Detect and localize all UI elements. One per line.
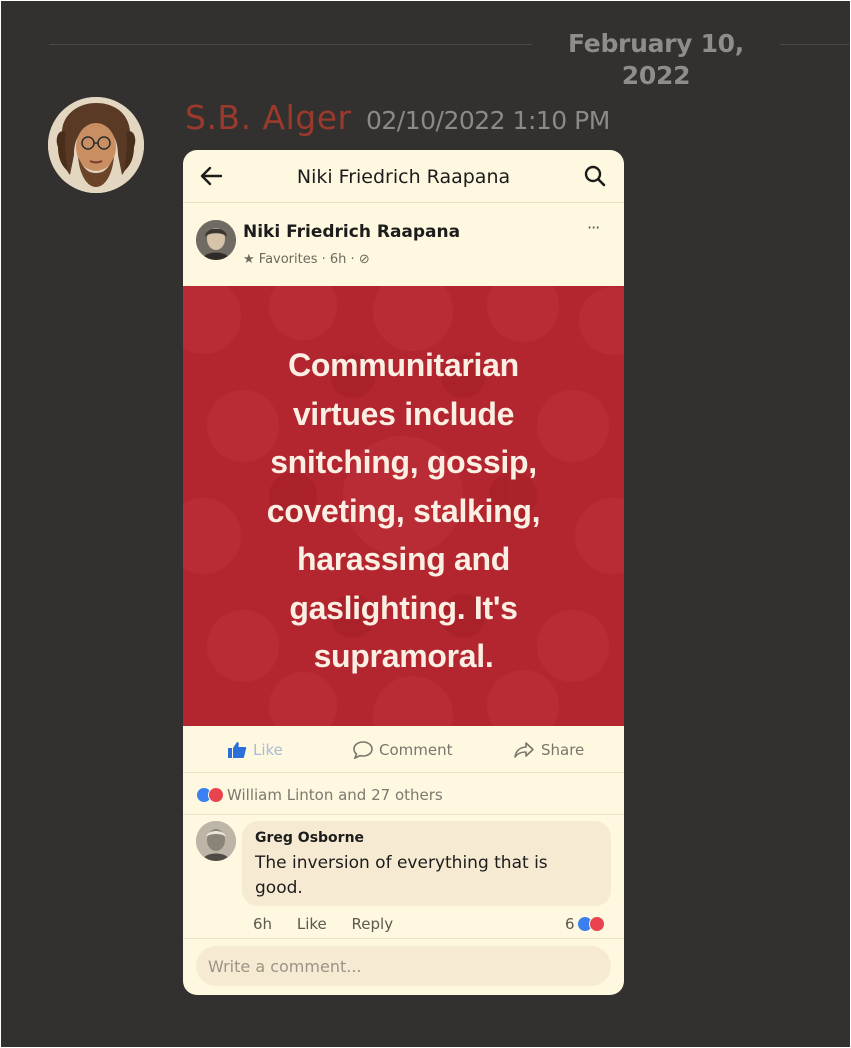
fb-topbar-title: Niki Friedrich Raapana xyxy=(296,166,511,188)
quote-line: supramoral. xyxy=(313,638,494,674)
reactions-divider xyxy=(183,814,624,815)
comment-actions: 6h Like Reply xyxy=(253,913,413,935)
user-avatar[interactable] xyxy=(48,97,144,193)
quote-line: gaslighting. It's xyxy=(289,589,518,626)
post-quote-text: Communitarian virtues include snitching,… xyxy=(213,341,594,681)
share-button[interactable]: Share xyxy=(513,738,584,762)
comment-reply-button[interactable]: Reply xyxy=(352,915,394,933)
message-timestamp: 02/10/2022 1:10 PM xyxy=(366,106,610,135)
reactions-text: William Linton and 27 others xyxy=(227,786,443,804)
share-label: Share xyxy=(541,741,585,759)
comment-icon xyxy=(353,741,373,759)
post-quote-image: Communitarian virtues include snitching,… xyxy=(183,286,624,726)
action-divider xyxy=(183,772,624,773)
love-reaction-icon xyxy=(588,916,605,932)
quote-line: Communitarian xyxy=(288,347,519,383)
message-username[interactable]: S.B. Alger xyxy=(185,96,352,140)
search-icon[interactable] xyxy=(583,164,607,188)
commenter-avatar[interactable] xyxy=(196,821,236,861)
write-comment-box[interactable] xyxy=(196,946,611,986)
comment-reaction-count: 6 xyxy=(565,915,575,933)
comment-time: 6h xyxy=(253,915,273,933)
quote-line: snitching, gossip, xyxy=(270,444,537,480)
reactions-summary[interactable]: William Linton and 27 others xyxy=(196,784,443,806)
comment-bubble: Greg Osborne The inversion of everything… xyxy=(242,821,611,906)
fb-topbar: Niki Friedrich Raapana xyxy=(183,150,624,202)
post-action-bar: Like Comment Share xyxy=(183,726,624,772)
post-author-name[interactable]: Niki Friedrich Raapana xyxy=(243,220,460,244)
comment-author[interactable]: Greg Osborne xyxy=(255,829,364,847)
like-label: Like xyxy=(253,741,283,759)
more-options-icon[interactable]: ··· xyxy=(587,220,600,236)
date-divider: February 10, 2022 xyxy=(568,29,744,90)
topbar-divider xyxy=(183,202,624,203)
date-divider-line-right xyxy=(780,44,849,45)
like-button[interactable]: Like xyxy=(227,738,283,762)
quote-line: harassing and xyxy=(296,541,511,577)
comment-reactions[interactable]: 6 xyxy=(565,913,605,935)
thumbs-up-icon xyxy=(228,742,247,758)
quote-line: virtues include xyxy=(292,395,515,432)
write-comment-input[interactable] xyxy=(208,954,598,978)
quote-line: coveting, stalking, xyxy=(266,492,541,529)
post-meta: ★ Favorites · 6h · ⊘ xyxy=(243,252,370,267)
love-reaction-icon xyxy=(208,787,224,803)
post-author-avatar[interactable] xyxy=(196,220,236,260)
facebook-post-screenshot[interactable]: Niki Friedrich Raapana Niki Friedrich Ra… xyxy=(183,150,624,995)
comment-text: The inversion of everything that is good… xyxy=(255,853,548,898)
date-divider-line-left xyxy=(49,44,532,45)
comment-like-button[interactable]: Like xyxy=(297,915,327,933)
comment-button[interactable]: Comment xyxy=(353,738,453,762)
comment-divider xyxy=(183,938,624,939)
comment-label: Comment xyxy=(379,741,453,759)
share-icon xyxy=(514,742,534,758)
